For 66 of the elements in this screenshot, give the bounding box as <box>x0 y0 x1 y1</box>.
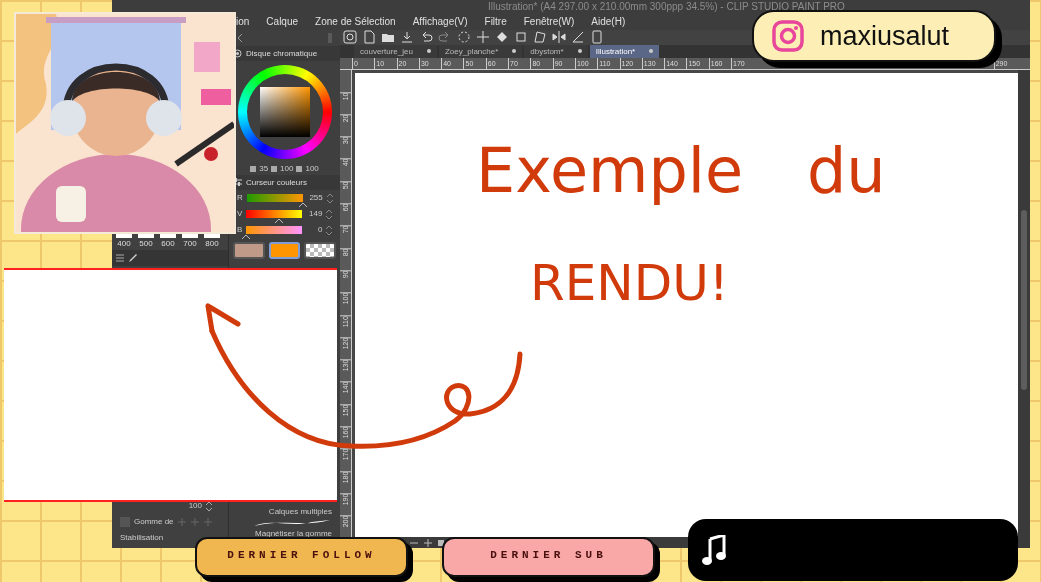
menu-item[interactable]: Fenêtre(W) <box>523 14 575 30</box>
tablet-icon[interactable] <box>590 30 604 45</box>
channel-value: 149 <box>308 208 323 220</box>
color-swatch[interactable] <box>268 242 301 259</box>
spinner-icon[interactable] <box>326 193 333 203</box>
sub-tool-label[interactable]: Calques multiples <box>268 506 332 518</box>
pen-icon[interactable] <box>571 30 585 45</box>
pencil-icon[interactable] <box>128 253 138 263</box>
frame-icon[interactable] <box>514 30 528 45</box>
window-title: Illustration* (A4 297.00 x 210.00mm 300ppp 34.5%) - CLIP STUDIO PAINT PRO <box>112 0 1030 14</box>
spinner-icon[interactable] <box>326 209 333 219</box>
sliders-icon <box>233 178 242 187</box>
handwritten-text: RENDU! <box>530 258 729 308</box>
canvas[interactable] <box>355 72 1018 538</box>
hsv-value: 100 <box>280 163 294 175</box>
crosses-icon <box>177 518 212 526</box>
chevron-left-icon[interactable] <box>237 34 243 42</box>
modified-dot-icon <box>512 49 517 54</box>
channel-label: V <box>237 208 243 220</box>
channel-label: B <box>237 224 243 236</box>
modified-dot-icon <box>649 49 654 54</box>
menu-item[interactable]: Calque <box>266 14 299 30</box>
menu-item[interactable]: Aide(H) <box>591 14 626 30</box>
section-label: Stabilisation <box>120 532 165 544</box>
spinner-icon[interactable] <box>326 225 333 235</box>
color-swatch[interactable] <box>304 242 336 259</box>
menu-item[interactable]: ion <box>236 14 250 30</box>
slider-caret[interactable] <box>242 234 251 239</box>
eraser-label: Gomme de <box>134 516 174 528</box>
username-text: maxiusalut <box>820 19 950 53</box>
modified-dot-icon <box>426 49 431 54</box>
wheel-tab-icon <box>233 49 242 58</box>
selection-icon[interactable] <box>457 30 471 45</box>
zoom-in-icon[interactable] <box>424 538 432 547</box>
music-note-icon <box>702 535 726 565</box>
channel-icon <box>296 166 303 172</box>
flip-icon[interactable] <box>552 30 566 45</box>
menu-item[interactable]: Affichage(V) <box>412 14 468 30</box>
camera-icon <box>772 20 804 52</box>
bucket-icon[interactable] <box>495 30 509 45</box>
layers-icon[interactable] <box>343 30 357 45</box>
channel-value: 255 <box>308 192 323 204</box>
move-icon[interactable] <box>476 30 490 45</box>
badge-label: DERNIER SUB <box>490 549 607 561</box>
badge-label: DERNIER FOLLOW <box>227 549 376 561</box>
menu-item[interactable]: Filtre <box>484 14 507 30</box>
hsv-value: 100 <box>305 163 319 175</box>
export-icon[interactable] <box>400 30 414 45</box>
slider-caret[interactable] <box>298 202 307 207</box>
density-value: 100 <box>188 500 202 512</box>
color-square[interactable] <box>259 87 310 137</box>
slider-caret[interactable] <box>274 218 283 223</box>
scrollbar[interactable] <box>1018 69 1030 538</box>
hsv-value: 35 <box>259 163 269 175</box>
transform-icon[interactable] <box>533 30 547 45</box>
new-file-icon[interactable] <box>362 30 376 45</box>
spinner-icon[interactable] <box>206 501 212 511</box>
menu-item[interactable]: Zone de Sélection <box>315 14 396 30</box>
menu-icon[interactable] <box>116 254 124 262</box>
color-swatch[interactable] <box>233 242 265 259</box>
modified-dot-icon <box>577 49 582 54</box>
channel-label: R <box>237 192 243 204</box>
channel-icon <box>250 166 257 172</box>
channel-value: 0 <box>316 224 323 236</box>
channel-icon <box>271 166 278 172</box>
fit-icon[interactable] <box>438 539 444 546</box>
